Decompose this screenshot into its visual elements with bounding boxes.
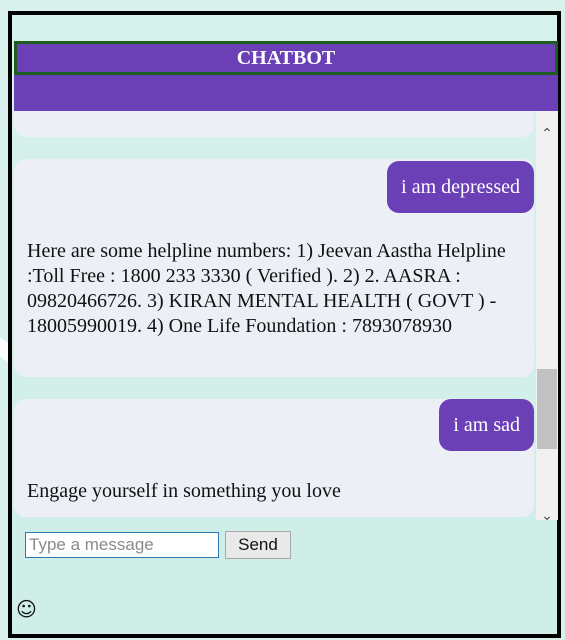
message-block bbox=[14, 111, 534, 137]
bot-message: Engage yourself in something you love bbox=[27, 480, 341, 502]
user-message: i am sad bbox=[439, 399, 534, 451]
smiley-icon[interactable]: ☺ bbox=[16, 597, 37, 621]
user-message-text: i am sad bbox=[453, 413, 520, 436]
bot-message: Here are some helpline numbers: 1) Jeeva… bbox=[27, 240, 506, 337]
chevron-down-icon[interactable]: ⌄ bbox=[536, 507, 558, 520]
message-block: i am sad Engage yourself in something yo… bbox=[14, 399, 534, 517]
chevron-up-icon[interactable]: ⌃ bbox=[536, 125, 558, 143]
send-button[interactable]: Send bbox=[225, 531, 291, 559]
scrollbar[interactable]: ⌃ ⌄ bbox=[536, 111, 558, 520]
chat-window: CHATBOT i am depressed Here are some hel… bbox=[8, 11, 561, 638]
chat-title: CHATBOT bbox=[236, 46, 336, 69]
user-message: i am depressed bbox=[387, 161, 534, 213]
scrollbar-thumb[interactable] bbox=[537, 369, 557, 449]
message-block: i am depressed Here are some helpline nu… bbox=[14, 159, 534, 377]
user-message-text: i am depressed bbox=[401, 175, 520, 198]
message-list[interactable]: i am depressed Here are some helpline nu… bbox=[14, 111, 558, 520]
header-band bbox=[14, 75, 558, 111]
message-input[interactable] bbox=[25, 532, 219, 558]
chat-title-bar: CHATBOT bbox=[14, 41, 558, 75]
composer: Send bbox=[25, 531, 291, 559]
send-button-label: Send bbox=[238, 535, 278, 554]
